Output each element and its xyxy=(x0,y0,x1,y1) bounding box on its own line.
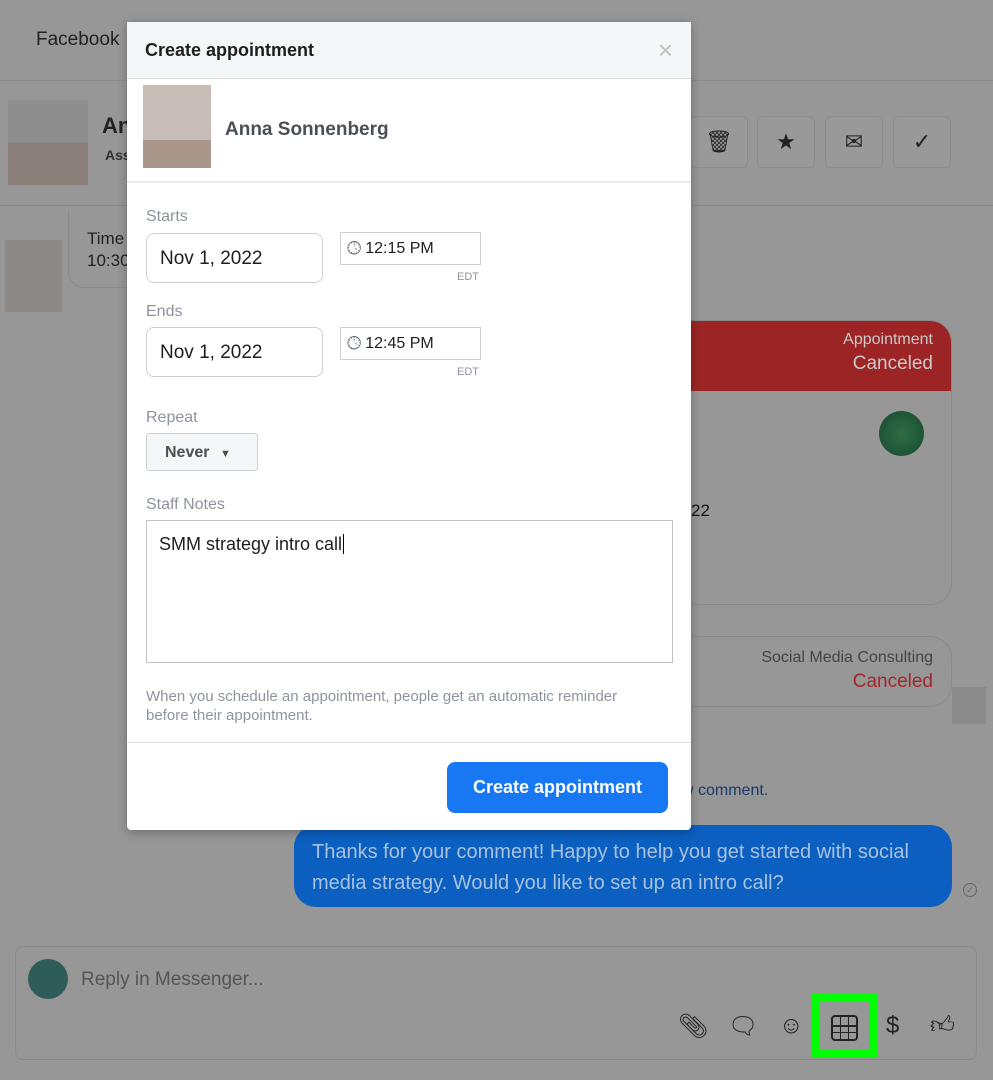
helper-text: When you schedule an appointment, people… xyxy=(146,688,618,724)
close-icon[interactable]: × xyxy=(658,35,673,66)
emoji-icon[interactable]: ☺ xyxy=(779,1012,804,1040)
star-button[interactable]: ★ xyxy=(757,116,815,168)
sent-message-bubble: Thanks for your comment! Happy to help y… xyxy=(294,825,952,907)
top-tab-facebook[interactable]: Facebook xyxy=(36,29,119,51)
end-date-input[interactable]: Nov 1, 2022 xyxy=(146,327,323,377)
comment-link[interactable]: w comment. xyxy=(682,782,768,800)
repeat-dropdown[interactable]: Never ▼ xyxy=(146,433,258,471)
caret-down-icon: ▼ xyxy=(219,448,231,460)
repeat-label: Repeat xyxy=(146,409,198,426)
star-icon: ★ xyxy=(776,129,796,154)
end-timezone: EDT xyxy=(457,366,479,378)
dialog-header: Create appointment × xyxy=(127,22,691,79)
dialog-title: Create appointment xyxy=(145,39,315,60)
sent-check-icon: ✓ xyxy=(963,883,977,897)
staff-notes-label: Staff Notes xyxy=(146,496,225,513)
divider xyxy=(127,742,691,743)
start-time-input[interactable]: 🕓︎ 12:15 PM xyxy=(340,232,481,265)
end-time-input[interactable]: 🕓︎ 12:45 PM xyxy=(340,327,481,360)
business-avatar xyxy=(879,411,924,456)
message-text: Time xyxy=(87,229,125,248)
end-time-value: 12:45 PM xyxy=(365,334,434,352)
person-avatar xyxy=(143,85,211,168)
starts-label: Starts xyxy=(146,208,188,225)
notes-text: SMM strategy intro call xyxy=(159,534,343,554)
saved-reply-icon[interactable]: 🗨︎ xyxy=(728,1012,758,1041)
service-label: Social Media Consulting xyxy=(761,649,933,666)
create-appointment-button[interactable]: Create appointment xyxy=(447,762,668,813)
person-name: Anna Sonnenberg xyxy=(225,119,389,140)
ends-label: Ends xyxy=(146,303,183,320)
service-card[interactable]: Social Media Consulting Canceled xyxy=(650,636,952,707)
appointment-status: Canceled xyxy=(852,353,933,374)
sender-avatar xyxy=(5,240,62,312)
calendar-icon[interactable] xyxy=(831,1015,858,1041)
contact-avatar xyxy=(8,100,88,185)
start-date-input[interactable]: Nov 1, 2022 xyxy=(146,233,323,283)
thumbs-up-icon[interactable]: 👍︎ xyxy=(930,1012,955,1040)
appointment-card-header: Appointment Canceled xyxy=(651,321,951,391)
small-avatar xyxy=(952,687,986,724)
message-text: 10:30 xyxy=(87,251,130,270)
paperclip-icon[interactable]: 📎︎ xyxy=(678,1012,708,1041)
page-avatar xyxy=(28,959,68,999)
create-appointment-dialog: Create appointment × Anna Sonnenberg Sta… xyxy=(127,22,691,830)
mail-button[interactable]: ✉ xyxy=(825,116,883,168)
text-cursor xyxy=(343,534,345,554)
dollar-icon[interactable]: $ xyxy=(886,1012,899,1040)
clock-icon: 🕓︎ xyxy=(347,238,362,258)
person-row: Anna Sonnenberg xyxy=(127,79,691,183)
trash-icon: 🗑 xyxy=(705,129,733,154)
clock-icon: 🕓︎ xyxy=(347,333,362,353)
reply-input[interactable]: Reply in Messenger... xyxy=(81,969,264,991)
done-button[interactable]: ✓ xyxy=(893,116,951,168)
repeat-value: Never xyxy=(165,444,210,461)
mail-icon: ✉ xyxy=(844,129,864,154)
appointment-label: Appointment xyxy=(843,331,933,348)
start-timezone: EDT xyxy=(457,271,479,283)
appointment-card[interactable]: Appointment Canceled 22 xyxy=(650,320,952,605)
check-icon: ✓ xyxy=(912,129,932,154)
service-status: Canceled xyxy=(852,671,933,692)
start-time-value: 12:15 PM xyxy=(365,239,434,257)
delete-button[interactable]: 🗑 xyxy=(690,116,748,168)
staff-notes-textarea[interactable]: SMM strategy intro call xyxy=(146,520,673,663)
appointment-date-text: 22 xyxy=(691,501,710,520)
